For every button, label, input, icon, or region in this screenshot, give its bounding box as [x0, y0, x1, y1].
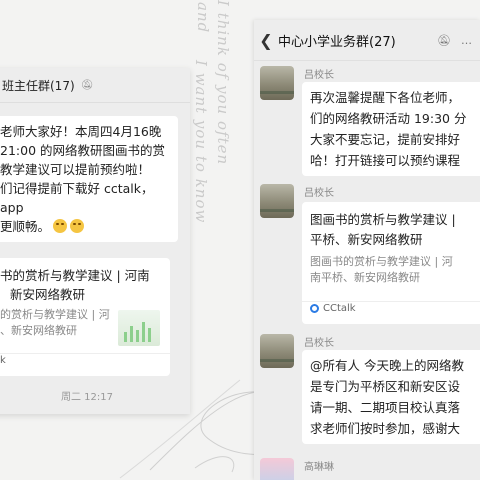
left-chat-title: 班主任群(17): [2, 78, 75, 93]
message-line: 更顺畅。: [0, 219, 51, 234]
right-chat-screenshot: ❮ 中心小学业务群(27) 🔕︎ … 吕校长 再次温馨提醒下各位老师， 们的网络…: [254, 20, 480, 480]
avatar[interactable]: [260, 66, 294, 100]
avatar[interactable]: [260, 458, 294, 480]
left-chat-screenshot: 班主任群(17) 🔕︎ 老师大家好！本周四4月16晚 21:00 的网络教研图画…: [0, 68, 190, 414]
card-title-line: 书的赏析与教学建议 | 河南: [0, 268, 150, 283]
left-message-bubble[interactable]: 老师大家好！本周四4月16晚 21:00 的网络教研图画书的赏 教学建议可以提前…: [0, 116, 178, 242]
card-desc-line: 图画书的赏析与教学建议 | 河: [310, 255, 453, 268]
cctalk-logo-icon: [310, 304, 319, 313]
left-chat-titlebar: 班主任群(17) 🔕︎: [0, 68, 190, 103]
left-link-card[interactable]: 书的赏析与教学建议 | 河南 新安网络教研 的赏析与教学建议 | 河 、新安网络…: [0, 258, 170, 376]
avatar[interactable]: [260, 334, 294, 368]
card-source: CCtalk: [310, 298, 356, 319]
message-bubble[interactable]: 再次温馨提醒下各位老师， 们的网络教研活动 19:30 分 大家不要忘记，提前安…: [302, 82, 480, 176]
bell-mute-icon[interactable]: 🔕︎: [437, 34, 451, 47]
message-line: 求老师们按时参加，感谢大: [310, 421, 461, 436]
message-line: 再次温馨提醒下各位老师，: [310, 90, 461, 105]
decorative-script-text-1: I think of you often: [214, 0, 232, 166]
card-title-line: 平桥、新安网络教研: [310, 232, 423, 247]
chevron-left-icon[interactable]: ❮: [254, 31, 278, 50]
card-desc-line: 的赏析与教学建议 | 河: [0, 308, 110, 321]
card-title-line: 图画书的赏析与教学建议 |: [310, 212, 456, 227]
message-line: 教学建议可以提前预约啦！: [0, 162, 151, 177]
decorative-script-text-2: I want you to know: [192, 60, 210, 224]
card-divider: [0, 353, 170, 354]
chat-timestamp: 周二 12:17: [61, 392, 113, 403]
card-desc-line: 南平桥、新安网络教研: [310, 271, 420, 284]
sender-name: 吕校长: [304, 70, 334, 81]
right-chat-titlebar: ❮ 中心小学业务群(27) 🔕︎ …: [254, 20, 480, 61]
message-bubble[interactable]: @所有人 今天晚上的网络教 是专门为平桥区和新安区设 请一期、二期项目校认真落 …: [302, 350, 480, 444]
card-title-line: 新安网络教研: [10, 287, 86, 302]
message-line: 们的网络教研活动 19:30 分: [310, 111, 467, 126]
message-line: @所有人 今天晚上的网络教: [310, 358, 464, 373]
link-card[interactable]: 图画书的赏析与教学建议 | 平桥、新安网络教研 图画书的赏析与教学建议 | 河 …: [302, 202, 480, 324]
message-line: 是专门为平桥区和新安区设: [310, 379, 461, 394]
message-line: 哈！打开链接可以预约课程: [310, 153, 461, 168]
more-icon[interactable]: …: [461, 34, 472, 47]
bell-mute-icon[interactable]: 🔕︎: [81, 80, 94, 91]
grin-emoji-icon: [70, 219, 85, 233]
avatar[interactable]: [260, 184, 294, 218]
message-line: 21:00 的网络教研图画书的赏: [0, 143, 165, 158]
card-desc-line: 、新安网络教研: [0, 324, 77, 337]
message-line: 大家不要忘记，提前安排好: [310, 132, 461, 147]
card-source: k: [0, 355, 6, 366]
message-line: 们记得提前下载好 cctalk，app: [0, 181, 154, 215]
card-source-label: CCtalk: [323, 303, 356, 314]
message-line: 请一期、二期项目校认真落: [310, 400, 461, 415]
card-thumbnail: [118, 310, 160, 346]
grin-emoji-icon: [53, 219, 68, 233]
message-line: 老师大家好！本周四4月16晚: [0, 124, 162, 139]
right-chat-title: 中心小学业务群(27): [278, 34, 396, 50]
sender-name: 高琳琳: [304, 462, 334, 473]
sender-name: 吕校长: [304, 338, 334, 349]
sender-name: 吕校长: [304, 188, 334, 199]
decorative-script-text-3: and: [194, 2, 212, 34]
